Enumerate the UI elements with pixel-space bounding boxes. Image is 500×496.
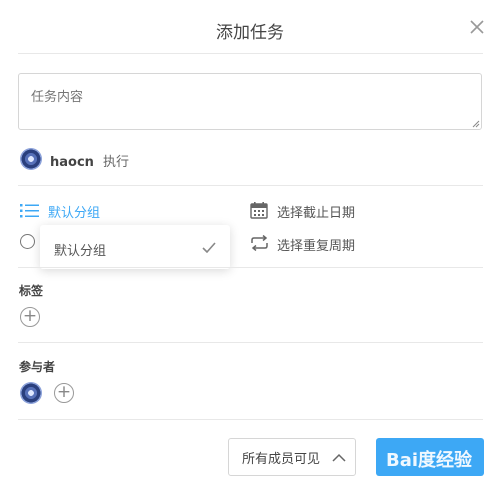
calendar-icon xyxy=(250,202,268,219)
options-divider xyxy=(18,267,483,268)
repeat-selector[interactable]: 选择重复周期 xyxy=(277,235,355,254)
participants-divider xyxy=(18,419,483,420)
tags-divider xyxy=(18,342,483,343)
group-dropdown: 默认分组 xyxy=(40,225,230,269)
dialog-title: 添加任务 xyxy=(216,23,284,43)
executor-name: haocn xyxy=(50,155,94,170)
chevron-up-icon xyxy=(332,453,346,462)
group-selector[interactable]: 默认分组 xyxy=(48,202,100,221)
watermark-text: Bai度经验 xyxy=(386,450,473,471)
executor[interactable]: haocn 执行 xyxy=(50,151,129,170)
visibility-label: 所有成员可见 xyxy=(242,451,321,467)
executor-avatar[interactable] xyxy=(20,148,42,170)
resize-handle-icon[interactable] xyxy=(470,118,480,128)
executor-role: 执行 xyxy=(103,155,130,170)
add-tag-icon[interactable]: + xyxy=(20,307,40,327)
priority-radio[interactable] xyxy=(20,234,35,249)
check-icon xyxy=(202,242,216,253)
visibility-dropdown-button[interactable]: 所有成员可见 xyxy=(228,438,356,476)
group-dropdown-item-label: 默认分组 xyxy=(54,244,107,259)
executor-divider xyxy=(18,185,483,186)
group-dropdown-item[interactable]: 默认分组 xyxy=(40,225,230,269)
close-icon[interactable] xyxy=(466,16,488,38)
repeat-icon xyxy=(251,235,268,251)
header-divider xyxy=(18,53,483,54)
deadline-selector[interactable]: 选择截止日期 xyxy=(277,202,355,221)
task-content-input[interactable] xyxy=(18,73,482,130)
list-icon xyxy=(20,204,39,218)
add-participant-icon[interactable]: + xyxy=(54,383,74,403)
tags-label: 标签 xyxy=(19,284,44,298)
participant-avatar[interactable] xyxy=(20,382,42,404)
participants-label: 参与者 xyxy=(19,360,56,374)
